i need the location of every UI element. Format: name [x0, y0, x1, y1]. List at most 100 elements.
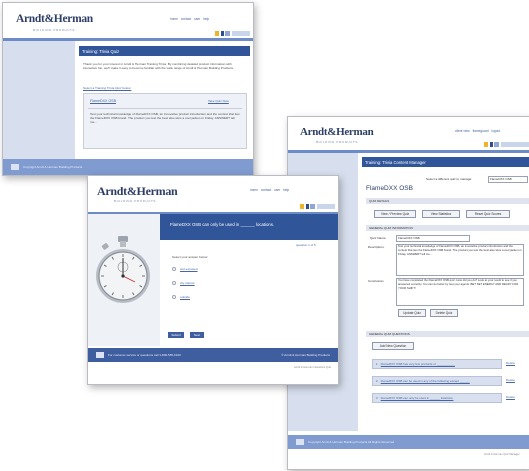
question-row[interactable]: 1 FlameDXX OSB has very few products of …: [372, 359, 502, 369]
credit-text: Arndt & Herman Quiz Manager: [484, 453, 520, 456]
question-text[interactable]: FlameDXX OSB can only be used in ______ …: [381, 396, 454, 400]
quiz-intro-window: Arndt&Herman BUILDING PRODUCTS home cont…: [2, 2, 254, 176]
brand-tagline: BUILDING PRODUCTS: [114, 199, 157, 203]
nav-home-link[interactable]: home: [170, 17, 178, 21]
answer-3-radio[interactable]: [172, 295, 176, 299]
quiz-name-field[interactable]: FlameDXX OSB: [396, 235, 470, 242]
stopwatch-icon: [96, 236, 150, 303]
answer-3-label[interactable]: outside: [180, 295, 190, 299]
section-quiz-details: QUIZ DETAILS: [366, 198, 529, 204]
nav-contact-link[interactable]: contact: [261, 188, 271, 192]
preview-quiz-button[interactable]: View / Preview Quiz: [374, 210, 416, 218]
nav-help-link[interactable]: help: [283, 188, 289, 192]
section-general-info: GENERAL QUIZ INFORMATION: [366, 225, 529, 231]
update-quiz-button[interactable]: Update Quiz: [398, 309, 426, 317]
nav-client-link[interactable]: client view: [455, 129, 470, 133]
delete-quiz-button[interactable]: Delete Quiz: [430, 309, 458, 317]
accent-mid: [494, 142, 499, 147]
top-nav: client view flameguard logout: [453, 129, 500, 133]
brand-tagline: BUILDING PRODUCTS: [33, 28, 76, 32]
page-footer: For customer service or questions call 1…: [88, 348, 338, 362]
accent-light: [500, 142, 529, 147]
accent-dark: [220, 31, 224, 36]
footer-logo-icon: [296, 439, 304, 445]
accent-light: [316, 204, 335, 209]
question-text[interactable]: FlameDXX OSB has very few products of __…: [381, 362, 455, 366]
page-footer: Copyright Arndt & Herman Building Produc…: [288, 435, 529, 449]
nav-user-link[interactable]: user: [194, 17, 200, 21]
accent-dark: [489, 142, 493, 147]
footer-logo-icon: [96, 352, 104, 358]
question-number: 2: [376, 379, 378, 383]
nav-help-link[interactable]: help: [203, 17, 209, 21]
delete-question-link[interactable]: Delete: [506, 395, 515, 399]
accent-bars: [484, 142, 529, 147]
brand-logo: Arndt&Herman: [300, 126, 374, 138]
brand-logo: Arndt&Herman: [97, 184, 178, 198]
question-text[interactable]: FlameDXX OSB can be used in any of the f…: [381, 379, 470, 383]
next-button[interactable]: Next: [190, 332, 204, 338]
quiz-name-label: Quiz Name:: [370, 236, 387, 240]
accent-mid: [310, 204, 315, 209]
top-nav: home contact user help: [248, 188, 289, 192]
question-row[interactable]: 2 FlameDXX OSB can be used in any of the…: [372, 376, 502, 386]
section-questions: GENERAL QUIZ QUESTIONS: [366, 331, 529, 337]
quiz-card: FlameDXX OSB Take Quiz Now Test your tec…: [83, 93, 247, 149]
question-number: 3: [376, 396, 378, 400]
footer-text: Copyright Arndt & Herman Building Produc…: [23, 165, 83, 169]
add-question-button[interactable]: Add New Question: [372, 342, 414, 350]
answer-1-label[interactable]: wet-exposed: [180, 267, 198, 271]
accent-yellow: [215, 31, 219, 36]
nav-contact-link[interactable]: contact: [181, 17, 191, 21]
take-quiz-link[interactable]: Take Quiz Now: [208, 99, 229, 103]
accent-light: [231, 31, 250, 36]
quiz-title: FlameDXX OSB: [366, 185, 413, 192]
delete-question-link[interactable]: Delete: [506, 378, 515, 382]
accent-mid: [225, 31, 230, 36]
footer-left: For customer service or questions call 1…: [88, 352, 181, 358]
question-text: FlameDXX OSB can only be used in ______ …: [170, 222, 275, 227]
description-field[interactable]: Test your technical knowledge of FlameDX…: [396, 244, 524, 276]
accent-dark: [305, 204, 309, 209]
nav-flameguard-link[interactable]: flameguard: [473, 129, 489, 133]
quiz-select[interactable]: FlameDXX OSB: [488, 176, 528, 183]
answer-2-label[interactable]: dry interior: [180, 281, 195, 285]
credit-text: Arndt & Herman Interactive Quiz: [294, 366, 332, 369]
top-nav: home contact user help: [168, 17, 209, 21]
select-quiz-label: Select a different quiz to manage:: [426, 177, 473, 181]
intro-text: Thank you for your interest in Arndt & H…: [83, 62, 234, 71]
nav-home-link[interactable]: home: [250, 188, 258, 192]
page-footer: Copyright Arndt & Herman Building Produc…: [3, 159, 253, 175]
question-counter: question 1 of 5: [296, 243, 316, 247]
accent-bars: [300, 204, 335, 209]
delete-question-link[interactable]: Delete: [506, 361, 515, 365]
nav-user-link[interactable]: user: [274, 188, 280, 192]
question-row[interactable]: 3 FlameDXX OSB can only be used in _____…: [372, 393, 502, 403]
select-quiz-link[interactable]: Select a Training Trivia Quiz below:: [83, 86, 243, 90]
footer-left-text: For customer service or questions call 1…: [108, 353, 181, 357]
reset-scores-button[interactable]: Reset Quiz Scores: [466, 210, 510, 218]
quiz-title-link[interactable]: FlameDXX OSB: [90, 99, 116, 103]
quiz-question-window: Arndt&Herman BUILDING PRODUCTS home cont…: [87, 175, 339, 385]
brand-logo: Arndt&Herman: [16, 13, 93, 25]
question-header: FlameDXX OSB can only be used in ______ …: [160, 214, 338, 240]
accent-yellow: [300, 204, 304, 209]
left-sidebar: [3, 41, 75, 159]
footer-right-text: © Arndt & Herman Building Products: [281, 353, 330, 357]
accent-bars: [215, 31, 250, 36]
accent-yellow: [484, 142, 488, 147]
view-statistics-button[interactable]: View Statistics: [422, 210, 460, 218]
page-header: Training: Trivia Content Manager: [362, 157, 529, 167]
footer-text: Copyright Arndt & Herman Building Produc…: [308, 440, 395, 444]
quiz-card-divider: [88, 108, 242, 109]
answer-2-radio[interactable]: [172, 281, 176, 285]
nav-logout-link[interactable]: logout: [491, 129, 500, 133]
answer-prompt: Select your answer below:: [172, 255, 209, 259]
footer-logo-icon: [11, 164, 19, 170]
answer-1-radio[interactable]: [172, 267, 176, 271]
conclusion-field[interactable]: You have completed the FlameDXX OSB quiz…: [396, 278, 524, 306]
description-label: Description:: [368, 245, 385, 249]
submit-button[interactable]: Submit: [168, 332, 184, 338]
question-number: 1: [376, 362, 378, 366]
conclusion-label: Conclusion:: [368, 279, 385, 283]
